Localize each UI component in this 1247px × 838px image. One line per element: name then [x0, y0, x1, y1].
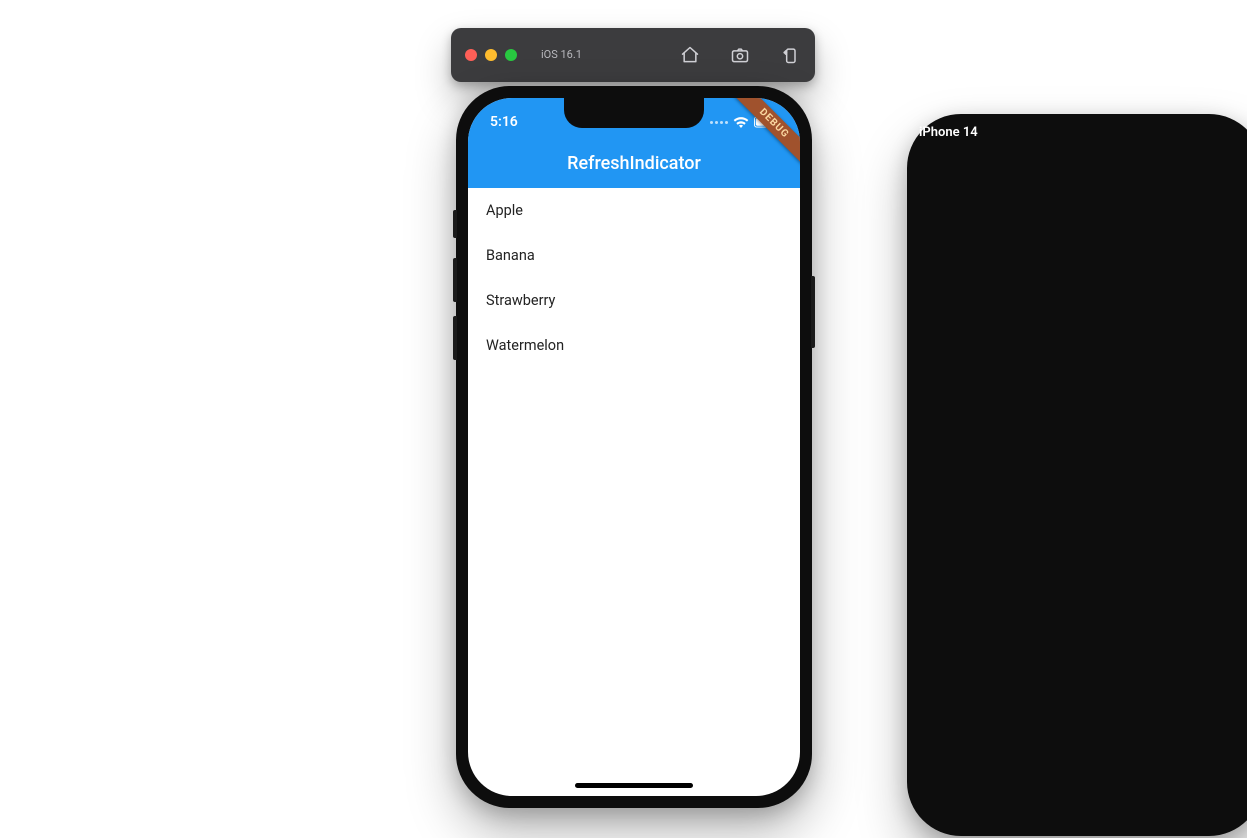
minimize-window-button[interactable]: [485, 49, 497, 61]
rotate-button[interactable]: [779, 44, 801, 66]
list-item-label: Apple: [486, 202, 523, 219]
home-icon: [680, 45, 700, 65]
app-bar-title: RefreshIndicator: [567, 153, 701, 174]
list-item[interactable]: Strawberry: [468, 278, 800, 323]
volume-up-button[interactable]: [453, 258, 457, 302]
rotate-icon: [780, 45, 800, 65]
device-name: iPhone 14: [907, 114, 1247, 836]
maximize-window-button[interactable]: [505, 49, 517, 61]
cellular-icon: [710, 121, 728, 124]
wifi-icon: [733, 116, 749, 128]
list-item[interactable]: Apple: [468, 188, 800, 233]
mute-switch[interactable]: [453, 210, 457, 238]
list-item-label: Banana: [486, 247, 535, 264]
screenshot-button[interactable]: [729, 44, 751, 66]
list-item-label: Strawberry: [486, 292, 555, 309]
app-bar: RefreshIndicator: [468, 138, 800, 188]
notch: [564, 98, 704, 128]
volume-down-button[interactable]: [453, 316, 457, 360]
phone-frame: DEBUG 5:16 RefreshIndicator Apple: [456, 86, 812, 808]
camera-icon: [730, 45, 750, 65]
status-time: 5:16: [490, 114, 518, 130]
simulator-title: iPhone 14 iOS 16.1: [541, 49, 582, 62]
home-indicator[interactable]: [575, 783, 693, 788]
home-button[interactable]: [679, 44, 701, 66]
os-version: iOS 16.1: [541, 49, 582, 62]
list-item[interactable]: Watermelon: [468, 323, 800, 368]
fruit-list[interactable]: Apple Banana Strawberry Watermelon: [468, 188, 800, 368]
close-window-button[interactable]: [465, 49, 477, 61]
phone-screen: DEBUG 5:16 RefreshIndicator Apple: [468, 98, 800, 796]
list-item[interactable]: Banana: [468, 233, 800, 278]
power-button[interactable]: [811, 276, 815, 348]
window-controls: [465, 49, 517, 61]
simulator-title-bar: iPhone 14 iOS 16.1: [451, 28, 815, 82]
list-item-label: Watermelon: [486, 337, 564, 354]
